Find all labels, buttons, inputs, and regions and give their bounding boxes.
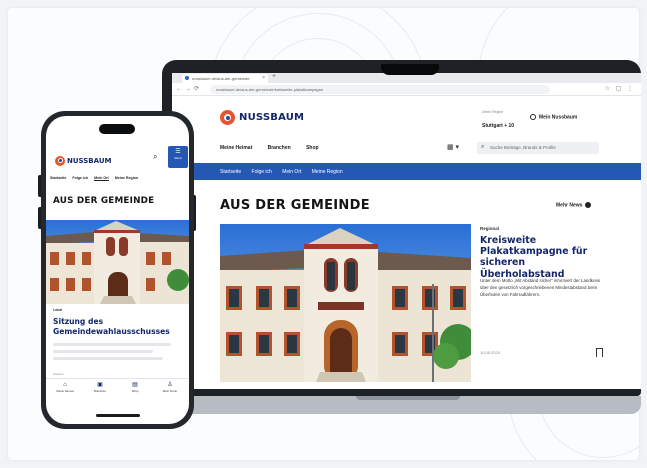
- main-nav-item[interactable]: Shop: [306, 145, 319, 151]
- sub-nav-item[interactable]: Mein Ort: [282, 169, 301, 175]
- phone-article-date: Gestern: [53, 372, 64, 376]
- bookmark-icon[interactable]: [596, 348, 603, 357]
- bottom-nav-item[interactable]: ▣ Branchen: [85, 381, 115, 393]
- site-logo[interactable]: NUSSBAUM: [220, 109, 304, 127]
- home-indicator: [96, 414, 140, 417]
- phone-section-title: AUS DER GEMEINDE: [53, 196, 155, 206]
- phone-dynamic-island: [99, 124, 135, 134]
- browser-tab[interactable]: nussbaum.de/aus-der-gemeinde ×: [182, 74, 268, 83]
- search-icon[interactable]: ⌕: [153, 152, 157, 162]
- bottom-nav-item[interactable]: ♙ Mein Konto: [155, 381, 185, 393]
- person-icon: ♙: [167, 382, 173, 388]
- bottom-nav-item[interactable]: ⌂ Meine Heimat: [50, 381, 80, 393]
- region-selector[interactable]: Deine Region Stuttgart + 10: [482, 110, 514, 132]
- phone-site-logo[interactable]: NUSSBAUM: [55, 152, 112, 170]
- bottom-nav-label: Mein Konto: [162, 389, 178, 393]
- main-nav-item[interactable]: Branchen: [268, 145, 291, 151]
- section-title: AUS DER GEMEINDE: [220, 198, 370, 213]
- sub-nav-item[interactable]: Meine Region: [312, 169, 343, 175]
- location-pin-logo-icon: [55, 155, 65, 166]
- text-placeholder-line: [53, 357, 163, 360]
- laptop-base-groove: [356, 396, 460, 400]
- bottom-nav-label: Branchen: [94, 389, 106, 393]
- main-nav: Meine Heimat Branchen Shop: [220, 145, 333, 151]
- arrow-circle-icon: [585, 202, 592, 208]
- region-value: Stuttgart + 10: [482, 123, 515, 129]
- laptop-screen: nussbaum.de/aus-der-gemeinde × + ←→⟳ nus…: [172, 73, 641, 389]
- url-field[interactable]: nussbaum.de/aus-der-gemeinde/kreisweite-…: [210, 85, 550, 94]
- article-image[interactable]: [220, 224, 471, 382]
- article-teaser: Unter dem Motto „Mit Abstand sicher“ inf…: [480, 278, 601, 297]
- bottom-nav-label: Meine Heimat: [56, 389, 74, 393]
- menu-label: Menü: [174, 156, 182, 160]
- town-hall-photo: [46, 220, 189, 304]
- new-tab-icon[interactable]: +: [272, 73, 276, 80]
- phone-tab-active[interactable]: Mein Ort: [94, 176, 109, 181]
- more-news-link[interactable]: Mehr News: [556, 202, 592, 209]
- browser-extension-icons[interactable]: ☆ ▢ ⋮: [605, 85, 635, 92]
- close-icon[interactable]: ×: [262, 75, 265, 81]
- text-placeholder-line: [53, 350, 153, 353]
- sub-nav: Startseite Folge ich Mein Ort Meine Regi…: [220, 169, 352, 175]
- browser-nav-icons[interactable]: ←→⟳: [176, 85, 202, 92]
- home-icon: ⌂: [63, 382, 67, 388]
- phone-tabs: Startseite Folge ich Mein Ort Meine Regi…: [50, 176, 189, 181]
- tab-title: nussbaum.de/aus-der-gemeinde: [192, 76, 250, 81]
- region-label: Deine Region: [482, 110, 504, 114]
- phone-brand-name: NUSSBAUM: [67, 156, 112, 165]
- search-placeholder: Suche Beiträge, Brands & Profile: [490, 145, 556, 150]
- sub-nav-item[interactable]: Folge ich: [252, 169, 272, 175]
- article-headline[interactable]: Kreisweite Plakatkampagne für sicheren Ü…: [480, 235, 605, 280]
- phone-tab[interactable]: Startseite: [50, 176, 66, 180]
- account-link[interactable]: Mein Nussbaum: [530, 114, 577, 120]
- brand-name: NUSSBAUM: [239, 112, 305, 124]
- bottom-nav-label: Shop: [131, 389, 139, 393]
- account-label: Mein Nussbaum: [539, 114, 578, 121]
- briefcase-icon: ▣: [97, 382, 103, 388]
- grid-menu-icon[interactable]: ▦ ▾: [447, 143, 459, 151]
- favicon-icon: [185, 76, 189, 80]
- article-category: Regional: [480, 226, 500, 231]
- phone-tab[interactable]: Folge ich: [72, 176, 88, 180]
- location-pin-logo-icon: [220, 110, 235, 126]
- phone-tab[interactable]: Meine Region: [115, 176, 138, 180]
- bottom-nav-item[interactable]: ▤ Shop: [120, 381, 150, 393]
- shop-icon: ▤: [132, 382, 138, 388]
- person-icon: [530, 114, 536, 120]
- more-news-label: Mehr News: [556, 202, 583, 209]
- phone-article-category: Lokal: [53, 308, 63, 312]
- article-date: 10.05.2024: [480, 350, 501, 355]
- town-hall-photo: [220, 224, 471, 382]
- phone-article-headline[interactable]: Sitzung des Gemeindewahlausschusses: [53, 317, 183, 336]
- search-input[interactable]: ⌕ Suche Beiträge, Brands & Profile: [477, 142, 599, 154]
- search-icon: ⌕: [481, 144, 485, 150]
- camera-notch: [381, 64, 439, 75]
- sub-nav-item[interactable]: Startseite: [220, 169, 241, 175]
- address-bar: ←→⟳ nussbaum.de/aus-der-gemeinde/kreiswe…: [172, 83, 641, 96]
- phone-menu-button[interactable]: ☰ Menü: [168, 146, 188, 168]
- main-nav-item[interactable]: Meine Heimat: [220, 145, 252, 151]
- phone-article-image[interactable]: [46, 220, 189, 304]
- text-placeholder-line: [53, 343, 171, 346]
